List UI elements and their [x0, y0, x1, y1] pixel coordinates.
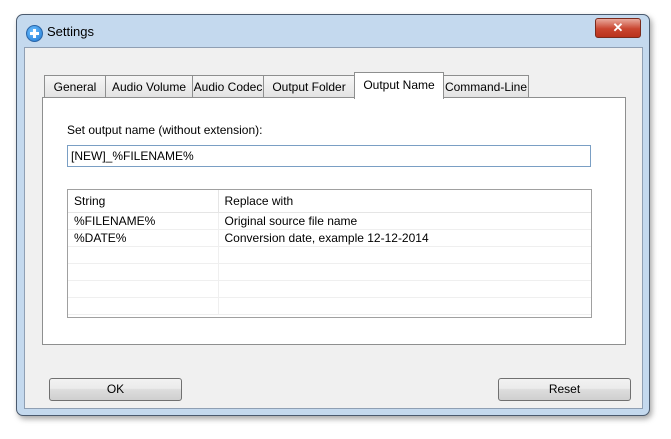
tab-output-folder[interactable]: Output Folder — [263, 75, 355, 97]
empty-cell — [68, 297, 219, 315]
window-title: Settings — [47, 24, 94, 39]
reset-button[interactable]: Reset — [498, 378, 631, 401]
tab-output-name[interactable]: Output Name — [354, 72, 444, 99]
tab-general[interactable]: General — [44, 75, 106, 97]
cell-string: %FILENAME% — [68, 212, 219, 230]
cell-replace-with: Original source file name — [218, 212, 591, 230]
column-header-string[interactable]: String — [68, 190, 219, 213]
dialog-body: General Audio Volume Audio Codec Output … — [24, 47, 643, 409]
title-bar[interactable]: Settings ✕ — [17, 15, 649, 49]
output-name-label: Set output name (without extension): — [67, 123, 263, 137]
empty-cell — [68, 280, 219, 298]
table-row-empty — [68, 297, 591, 315]
cell-replace-with: Conversion date, example 12-12-2014 — [218, 229, 591, 247]
table-row[interactable]: %DATE% Conversion date, example 12-12-20… — [68, 229, 591, 247]
empty-cell — [68, 263, 219, 281]
table-row-empty — [68, 263, 591, 281]
column-header-replace-with[interactable]: Replace with — [218, 190, 591, 213]
empty-cell — [218, 263, 591, 281]
tab-audio-codec[interactable]: Audio Codec — [192, 75, 264, 97]
table-row-empty — [68, 280, 591, 298]
output-name-input[interactable] — [67, 145, 591, 167]
output-name-panel: Set output name (without extension): Str… — [42, 97, 626, 345]
tab-audio-volume[interactable]: Audio Volume — [105, 75, 193, 97]
ok-button[interactable]: OK — [49, 378, 182, 401]
table-header-row: String Replace with — [68, 190, 591, 213]
empty-cell — [68, 246, 219, 264]
tab-command-line[interactable]: Command-Line — [443, 75, 529, 97]
table-row[interactable]: %FILENAME% Original source file name — [68, 212, 591, 230]
empty-cell — [218, 280, 591, 298]
cell-string: %DATE% — [68, 229, 219, 247]
table-row-empty — [68, 246, 591, 264]
settings-window: Settings ✕ General Audio Volume Audio Co… — [16, 14, 650, 416]
empty-cell — [218, 297, 591, 315]
replacement-table: String Replace with %FILENAME% Original … — [67, 189, 592, 318]
close-button[interactable]: ✕ — [595, 18, 641, 38]
empty-cell — [218, 246, 591, 264]
app-icon — [26, 25, 43, 42]
